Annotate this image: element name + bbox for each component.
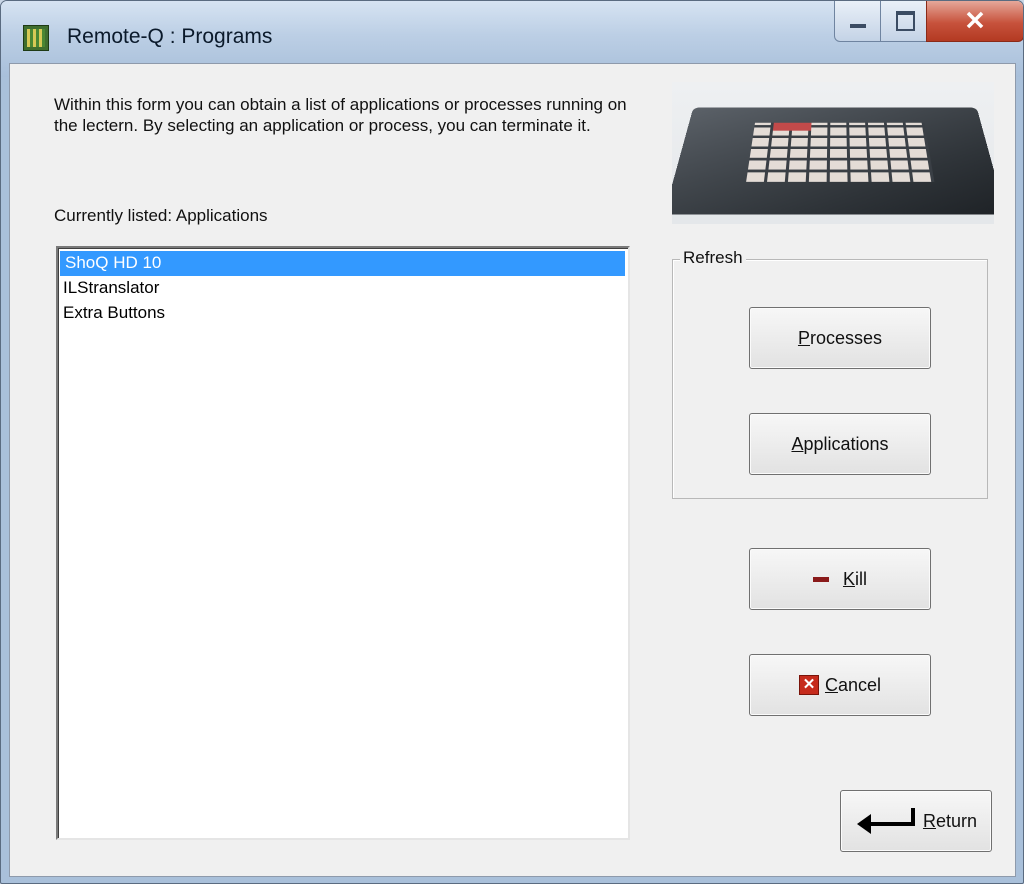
lectern-console xyxy=(672,107,994,215)
return-button[interactable]: Return xyxy=(840,790,992,852)
return-accelerator: R xyxy=(922,810,936,831)
return-arrow-icon xyxy=(856,808,915,834)
minus-icon xyxy=(812,576,829,582)
list-item[interactable]: Extra Buttons xyxy=(58,301,628,326)
processes-button[interactable]: Processes xyxy=(749,307,931,369)
applications-label: pplications xyxy=(803,433,889,454)
form-client-area: Within this form you can obtain a list o… xyxy=(9,63,1016,877)
kill-accelerator: K xyxy=(842,568,855,589)
list-item[interactable]: ShoQ HD 10 xyxy=(60,251,625,276)
processes-accelerator: P xyxy=(797,327,810,348)
program-window: Remote-Q : Programs ✕ Within this form y… xyxy=(0,0,1024,884)
lectern-keys xyxy=(746,122,935,182)
maximize-icon xyxy=(896,11,915,31)
cancel-button[interactable]: ✕ Cancel xyxy=(749,654,931,716)
minimize-button[interactable] xyxy=(834,1,882,42)
kill-button[interactable]: Kill xyxy=(749,548,931,610)
program-listbox[interactable]: ShoQ HD 10 ILStranslator Extra Buttons xyxy=(56,246,630,840)
applications-button[interactable]: Applications xyxy=(749,413,931,475)
app-icon xyxy=(23,25,49,51)
cancel-accelerator: C xyxy=(824,674,838,695)
close-icon: ✕ xyxy=(964,5,986,36)
form-description: Within this form you can obtain a list o… xyxy=(54,95,627,135)
window-title: Remote-Q : Programs xyxy=(67,25,273,48)
applications-accelerator: A xyxy=(791,433,804,454)
refresh-group-label: Refresh xyxy=(680,248,746,268)
minimize-icon xyxy=(850,24,866,28)
maximize-button[interactable] xyxy=(880,1,928,42)
list-item[interactable]: ILStranslator xyxy=(58,276,628,301)
close-button[interactable]: ✕ xyxy=(926,1,1023,42)
processes-label: rocesses xyxy=(809,327,883,348)
lectern-image xyxy=(672,82,994,224)
kill-label: ill xyxy=(855,568,867,589)
return-label: eturn xyxy=(935,810,978,831)
cancel-label: ancel xyxy=(837,674,882,695)
red-x-icon: ✕ xyxy=(798,675,819,695)
currently-listed-label: Currently listed: Applications xyxy=(54,206,268,225)
